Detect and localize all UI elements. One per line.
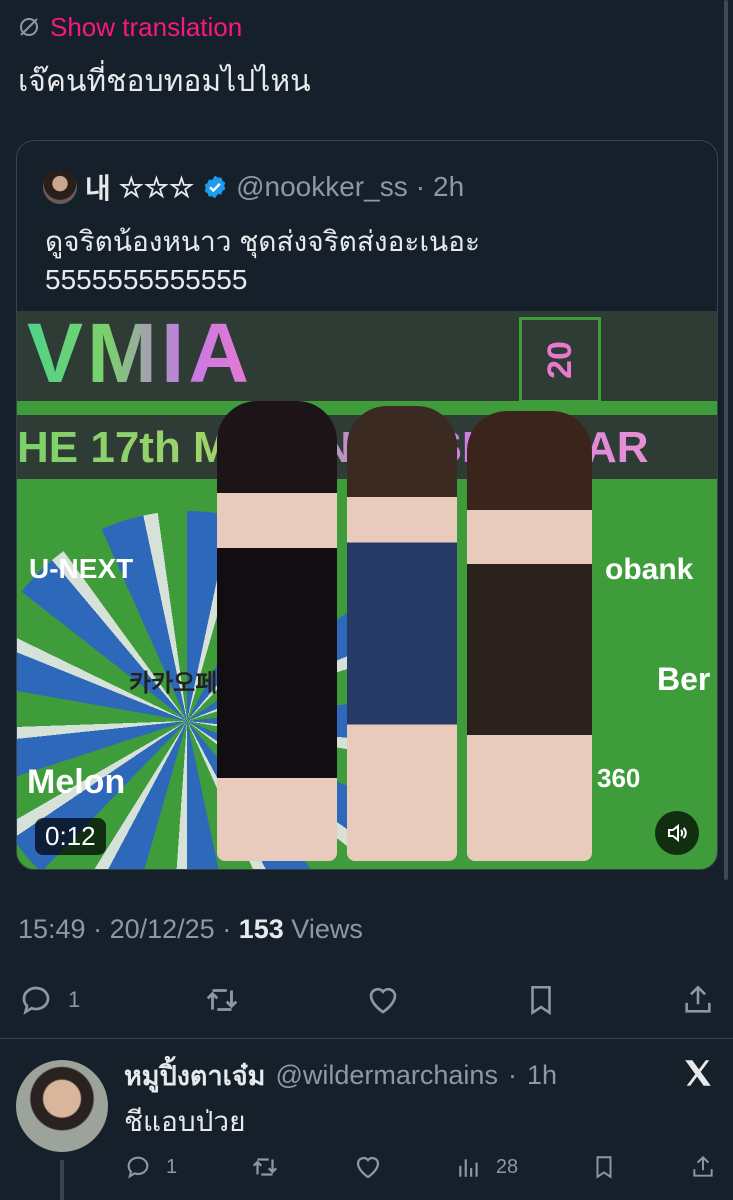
reply-author-name[interactable]: หมูปิ้งตาเจ๋ม: [124, 1054, 265, 1097]
video-duration: 0:12: [35, 818, 106, 855]
heart-icon: [365, 982, 401, 1018]
reply-bookmark-button[interactable]: [591, 1153, 617, 1181]
reply-text: ชีแอบป่วย: [124, 1106, 246, 1137]
bookmark-icon: [524, 982, 558, 1018]
reply-like-button[interactable]: [353, 1152, 383, 1182]
quote-text: ดูจริตน้องหนาว ชุดส่งจริตส่งอะเนอะ 55555…: [45, 223, 695, 299]
reply-icon: [124, 1153, 152, 1181]
reply-count: 1: [68, 987, 81, 1012]
reply-views-count: 28: [495, 1155, 519, 1178]
dot-separator: ·: [507, 1059, 517, 1090]
x-logo-icon: [681, 1056, 715, 1090]
bookmark-button[interactable]: [524, 982, 558, 1018]
quote-author-handle[interactable]: @nookker_ss: [236, 171, 408, 203]
views-count: 153: [238, 914, 284, 944]
tweet-time[interactable]: 15:49: [18, 914, 86, 944]
reply-reply-count: 1: [166, 1155, 178, 1178]
reply-header: หมูปิ้งตาเจ๋ม @wildermarchains · 1h: [124, 1056, 557, 1094]
analytics-icon: [456, 1154, 482, 1180]
reply-share-button[interactable]: [690, 1153, 716, 1181]
retweet-icon: [203, 981, 241, 1019]
video-person: [347, 406, 457, 861]
video-player[interactable]: VMIA 20 HE 17th MELON MUSIC AWAR U-NEXT …: [17, 311, 717, 869]
tweet-date[interactable]: 20/12/25: [110, 914, 215, 944]
verified-badge-icon: [202, 174, 228, 200]
reply-timestamp[interactable]: 1h: [527, 1060, 557, 1091]
sponsor-label: Melon: [27, 763, 126, 801]
reply-author-handle[interactable]: @wildermarchains: [275, 1060, 497, 1091]
reply-retweet-button[interactable]: [250, 1152, 280, 1182]
tweet-action-bar: 1: [18, 978, 715, 1022]
tweet-text: เจ๊คนที่ชอบทอมไปไหน: [18, 65, 311, 98]
sponsor-label: obank: [605, 553, 694, 586]
reply-views-button[interactable]: 28: [456, 1154, 518, 1180]
tweet-meta: 15:49 · 20/12/25 · 153 Views: [18, 914, 363, 945]
video-banner-top: VMIA 20: [17, 311, 717, 403]
share-button[interactable]: [681, 982, 715, 1018]
bookmark-icon: [591, 1153, 617, 1181]
globe-off-icon: [18, 16, 40, 38]
banner-year: 20: [519, 317, 601, 403]
show-translation-button[interactable]: Show translation: [18, 12, 242, 42]
scrollbar[interactable]: [724, 0, 728, 880]
quote-timestamp[interactable]: 2h: [433, 171, 464, 203]
reply-author-avatar[interactable]: [16, 1060, 108, 1152]
quote-text-line2: 5555555555555: [45, 264, 248, 295]
sponsor-label: 카카오페: [129, 670, 218, 697]
quote-header: 내 ☆☆☆ @nookker_ss · 2h: [43, 167, 464, 207]
sponsor-label: Ber: [657, 661, 711, 697]
quote-author-name[interactable]: 내: [85, 167, 111, 207]
show-translation-label: Show translation: [50, 11, 243, 42]
dot-separator: ·: [222, 914, 239, 944]
quoted-tweet-card[interactable]: 내 ☆☆☆ @nookker_ss · 2h ดูจริตน้องหนาว ชุ…: [16, 140, 718, 870]
reply-reply-button[interactable]: 1: [124, 1153, 177, 1181]
sponsor-label: U-NEXT: [29, 553, 134, 584]
sponsor-label: 360: [597, 763, 641, 793]
like-button[interactable]: [365, 982, 401, 1018]
divider: [0, 1038, 733, 1039]
share-icon: [690, 1153, 716, 1181]
banner-logo-text: VMIA: [27, 311, 253, 400]
dot-separator: ·: [93, 914, 110, 944]
video-person: [217, 401, 337, 861]
retweet-button[interactable]: [203, 981, 241, 1019]
dot-separator: ·: [415, 171, 426, 202]
retweet-icon: [250, 1152, 280, 1182]
share-icon: [681, 982, 715, 1018]
reply-icon: [18, 982, 54, 1018]
views-label: Views: [291, 914, 363, 944]
quote-text-line1: ดูจริตน้องหนาว ชุดส่งจริตส่งอะเนอะ: [45, 226, 481, 257]
heart-icon: [353, 1152, 383, 1182]
quote-author-stars: ☆☆☆: [118, 171, 195, 203]
mute-button[interactable]: [655, 811, 699, 855]
speaker-muted-icon: [665, 821, 689, 845]
thread-line: [60, 1160, 64, 1200]
reply-button[interactable]: 1: [18, 982, 80, 1018]
video-person: [467, 411, 592, 861]
quote-avatar[interactable]: [43, 170, 77, 204]
reply-action-bar: 1 28: [124, 1150, 716, 1184]
